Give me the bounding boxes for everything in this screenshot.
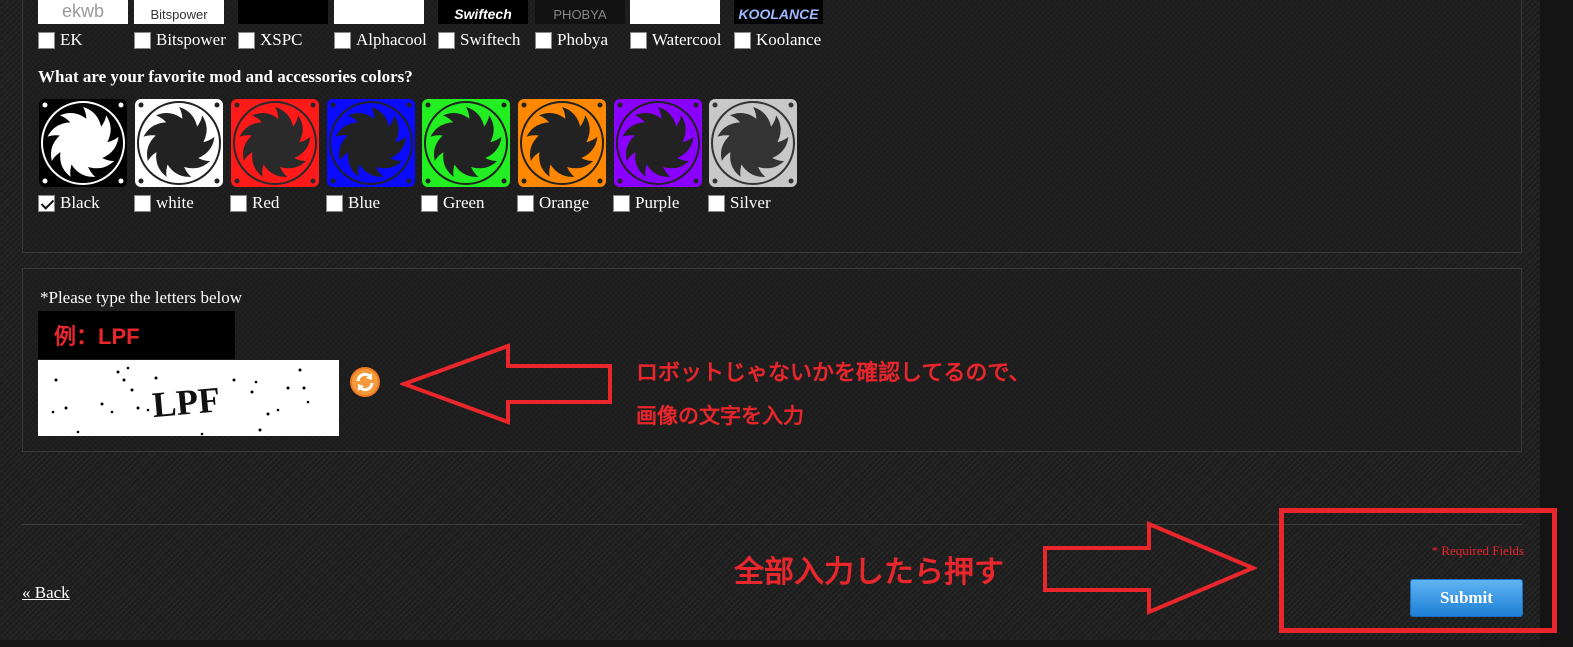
fan-image-orange <box>517 98 607 188</box>
color-checkbox[interactable] <box>613 194 630 212</box>
brand-label: Phobya <box>557 30 608 49</box>
captcha-noise: LPF <box>51 366 310 436</box>
fan-image-blue <box>326 98 416 188</box>
color-label: white <box>156 193 194 212</box>
refresh-icon[interactable] <box>349 366 381 398</box>
fan-image-white <box>134 98 224 188</box>
color-checkbox[interactable] <box>326 194 343 212</box>
submit-note: 全部入力したら押す <box>734 555 1004 590</box>
brand-checkbox[interactable] <box>438 31 455 49</box>
brand-label: XSPC <box>260 30 303 49</box>
brand-logo-phobya: PHOBYA <box>535 0 625 24</box>
brand-option-xspc[interactable]: XSPC <box>238 30 303 50</box>
back-link[interactable]: « Back <box>22 583 70 603</box>
brand-option-watercool[interactable]: Watercool <box>630 30 721 50</box>
brand-logo-swiftech: Swiftech <box>438 0 528 24</box>
fan-image-green <box>421 98 511 188</box>
color-label: Black <box>60 193 100 212</box>
color-option-green[interactable]: Green <box>421 193 485 213</box>
brand-option-swiftech[interactable]: Swiftech <box>438 30 520 50</box>
brand-option-bitspower[interactable]: Bitspower <box>134 30 226 50</box>
submit-highlight-box <box>1279 508 1557 633</box>
right-arrow-annotation <box>1043 520 1257 616</box>
captcha-image: LPF <box>38 360 339 436</box>
color-option-blue[interactable]: Blue <box>326 193 380 213</box>
color-checkbox[interactable] <box>38 194 55 212</box>
brand-logo-text: PHOBYA <box>553 7 607 22</box>
color-label: Silver <box>730 193 771 212</box>
color-option-silver[interactable]: Silver <box>708 193 771 213</box>
brand-checkbox[interactable] <box>134 31 151 49</box>
brand-logo-koolance: KOOLANCE <box>734 0 823 24</box>
fan-image-purple <box>613 98 703 188</box>
captcha-example-text: 例：LPF <box>54 324 140 349</box>
color-option-purple[interactable]: Purple <box>613 193 679 213</box>
brand-checkbox[interactable] <box>734 31 751 49</box>
color-label: Purple <box>635 193 680 212</box>
brand-label: Swiftech <box>460 30 521 49</box>
brand-logo-text: Bitspower <box>150 7 208 22</box>
colors-question: What are your favorite mod and accessori… <box>38 67 413 86</box>
color-label: Orange <box>539 193 590 212</box>
captcha-label: *Please type the letters below <box>40 288 243 307</box>
color-label: Red <box>252 193 280 212</box>
brand-checkbox[interactable] <box>535 31 552 49</box>
fan-image-red <box>230 98 320 188</box>
color-label: Green <box>443 193 485 212</box>
brand-option-koolance[interactable]: Koolance <box>734 30 821 50</box>
brand-option-alphacool[interactable]: Alphacool <box>334 30 427 50</box>
brand-label: Watercool <box>652 30 722 49</box>
brand-option-phobya[interactable]: Phobya <box>535 30 608 50</box>
color-checkbox[interactable] <box>421 194 438 212</box>
brand-logo-ek: ekwb <box>38 0 128 24</box>
color-option-white[interactable]: white <box>134 193 194 213</box>
captcha-note-line2: 画像の文字を入力 <box>636 404 804 428</box>
color-option-red[interactable]: Red <box>230 193 279 213</box>
fan-image-black <box>38 98 128 188</box>
fan-image-silver <box>708 98 798 188</box>
brand-logo-text: ekwb <box>61 1 105 21</box>
captcha-example-box: 例：LPF <box>38 311 235 359</box>
brand-logo-text: Swiftech <box>454 6 512 22</box>
brand-option-ek[interactable]: EK <box>38 30 83 50</box>
brand-checkbox[interactable] <box>334 31 351 49</box>
color-checkbox[interactable] <box>134 194 151 212</box>
color-checkbox[interactable] <box>517 194 534 212</box>
left-arrow-annotation <box>400 343 612 425</box>
brand-label: Koolance <box>756 30 822 49</box>
brand-checkbox[interactable] <box>630 31 647 49</box>
brand-checkbox[interactable] <box>38 31 55 49</box>
captcha-note-line1: ロボットじゃないかを確認してるので、 <box>636 361 1031 386</box>
color-label: Blue <box>348 193 381 212</box>
brand-label: Alphacool <box>356 30 427 49</box>
brand-logo-text: KOOLANCE <box>738 6 819 22</box>
brand-label: EK <box>60 30 83 49</box>
brand-logo-watercool <box>630 0 720 24</box>
brand-checkbox[interactable] <box>238 31 255 49</box>
brand-logo-xspc <box>238 0 328 24</box>
color-option-black[interactable]: Black <box>38 193 100 213</box>
brand-label: Bitspower <box>156 30 226 49</box>
color-checkbox[interactable] <box>230 194 247 212</box>
color-option-orange[interactable]: Orange <box>517 193 589 213</box>
brand-logo-alphacool <box>334 0 424 24</box>
brand-logo-bitspower: Bitspower <box>134 0 224 24</box>
color-checkbox[interactable] <box>708 194 725 212</box>
captcha-image-text: LPF <box>151 379 222 425</box>
